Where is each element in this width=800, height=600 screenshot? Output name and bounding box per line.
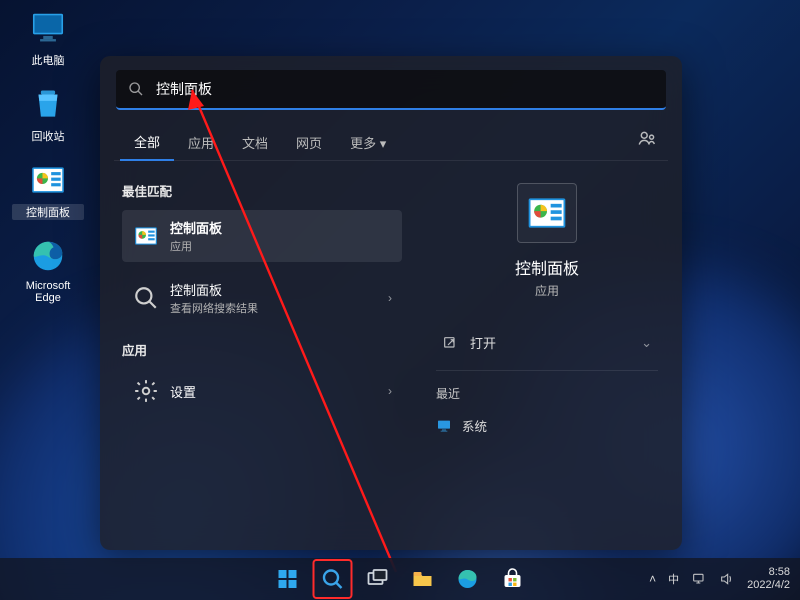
desktop-icon-this-pc[interactable]: 此电脑 bbox=[12, 8, 84, 68]
system-tray: ˄ 中 8:58 2022/4/2 bbox=[649, 566, 790, 591]
tab-web[interactable]: 网页 bbox=[282, 125, 336, 160]
search-tabs: 全部 应用 文档 网页 更多 ▾ bbox=[114, 124, 668, 161]
control-panel-icon bbox=[517, 183, 577, 243]
network-icon[interactable] bbox=[691, 571, 707, 587]
taskbar-search[interactable] bbox=[313, 559, 353, 599]
tray-clock[interactable]: 8:58 2022/4/2 bbox=[747, 566, 790, 591]
control-panel-icon bbox=[132, 222, 160, 250]
search-icon bbox=[128, 81, 144, 97]
recycle-bin-icon bbox=[28, 84, 68, 124]
tray-ime[interactable]: 中 bbox=[668, 571, 679, 587]
tab-more[interactable]: 更多 ▾ bbox=[336, 125, 400, 160]
recent-label: 最近 bbox=[436, 385, 658, 402]
edge-icon bbox=[28, 236, 68, 276]
tab-apps[interactable]: 应用 bbox=[174, 125, 228, 160]
taskbar-explorer[interactable] bbox=[403, 559, 443, 599]
search-input[interactable] bbox=[154, 80, 654, 98]
taskbar-start[interactable] bbox=[268, 559, 308, 599]
results-column: 最佳匹配 控制面板 应用 控制面板 查看网络搜索结果 › bbox=[100, 161, 412, 545]
chevron-right-icon: › bbox=[388, 384, 392, 398]
tab-all[interactable]: 全部 bbox=[120, 124, 174, 161]
taskbar-edge[interactable] bbox=[448, 559, 488, 599]
section-apps: 应用 bbox=[122, 340, 402, 359]
desktop-icon-edge[interactable]: Microsoft Edge bbox=[12, 236, 84, 304]
desktop-icon-control-panel[interactable]: 控制面板 bbox=[12, 160, 84, 220]
taskbar-store[interactable] bbox=[493, 559, 533, 599]
desktop-icon-recycle-bin[interactable]: 回收站 bbox=[12, 84, 84, 144]
result-control-panel-app[interactable]: 控制面板 应用 bbox=[122, 210, 402, 262]
result-settings[interactable]: 设置 › bbox=[122, 369, 402, 413]
preview-pane: 控制面板 应用 打开 ⌄ 最近 系统 bbox=[412, 161, 682, 545]
tab-documents[interactable]: 文档 bbox=[228, 125, 282, 160]
chevron-right-icon: › bbox=[388, 291, 392, 305]
gear-icon bbox=[132, 377, 160, 405]
result-web-search[interactable]: 控制面板 查看网络搜索结果 › bbox=[122, 272, 402, 324]
chevron-down-icon[interactable]: ⌄ bbox=[641, 335, 652, 351]
monitor-icon bbox=[28, 8, 68, 48]
preview-subtitle: 应用 bbox=[535, 282, 559, 299]
recent-item-system[interactable]: 系统 bbox=[436, 412, 658, 439]
desktop-icons: 此电脑 回收站 控制面板 Microsoft Edge bbox=[12, 8, 84, 320]
control-panel-icon bbox=[28, 160, 68, 200]
taskbar-taskview[interactable] bbox=[358, 559, 398, 599]
account-icon[interactable] bbox=[636, 128, 658, 150]
search-bar[interactable] bbox=[116, 70, 666, 110]
preview-title: 控制面板 bbox=[515, 255, 579, 279]
taskbar: ˄ 中 8:58 2022/4/2 bbox=[0, 558, 800, 600]
monitor-icon bbox=[436, 418, 452, 434]
open-icon bbox=[442, 335, 458, 351]
open-action[interactable]: 打开 ⌄ bbox=[436, 323, 658, 362]
volume-icon[interactable] bbox=[719, 571, 735, 587]
search-flyout: 全部 应用 文档 网页 更多 ▾ 最佳匹配 控制面板 应用 bbox=[100, 56, 682, 550]
search-icon bbox=[132, 284, 160, 312]
tray-overflow[interactable]: ˄ bbox=[649, 572, 656, 586]
section-best-match: 最佳匹配 bbox=[122, 181, 402, 200]
